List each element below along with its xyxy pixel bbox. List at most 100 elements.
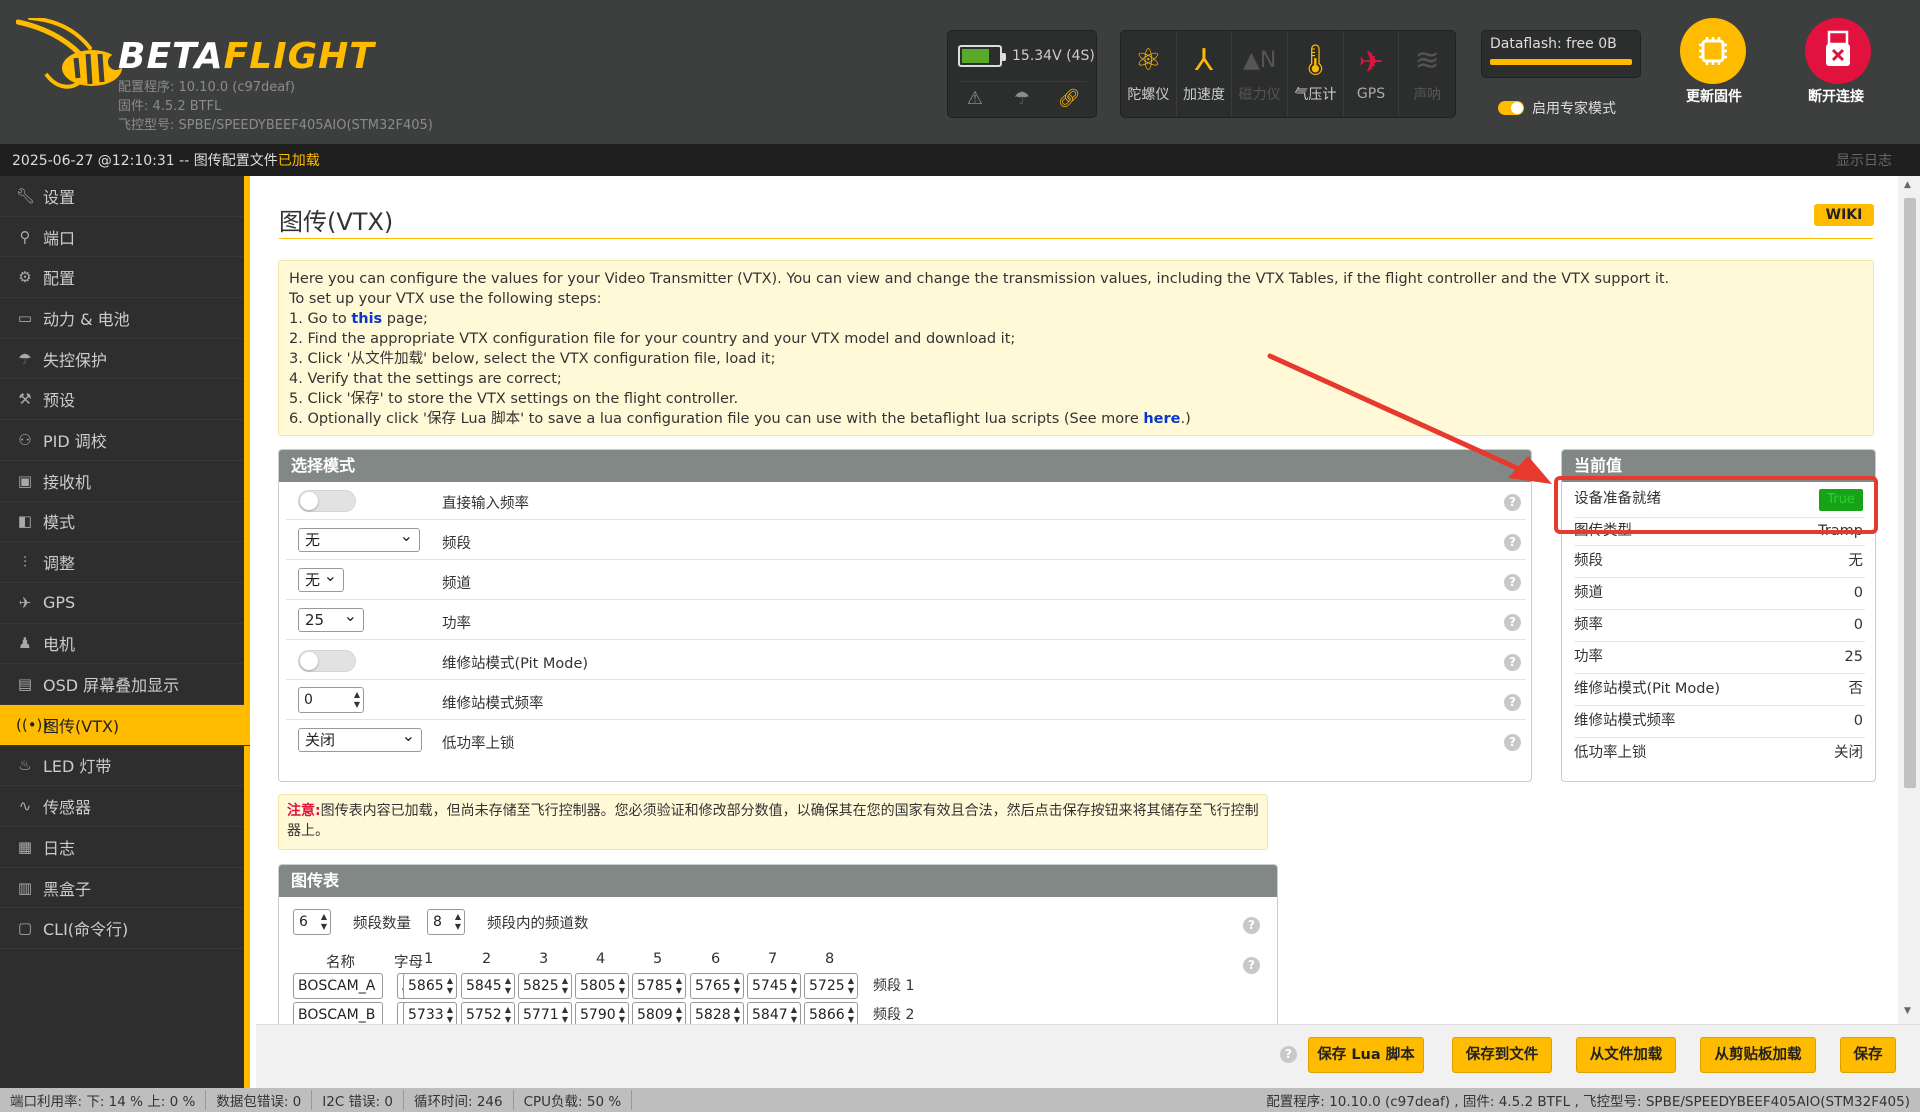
load-from-file-button[interactable]: 从文件加载 bbox=[1576, 1037, 1676, 1073]
stepper-icon[interactable]: ▲ ▼ bbox=[562, 976, 568, 996]
stepper-icon[interactable]: ▲ ▼ bbox=[619, 1005, 625, 1024]
save-lua-button[interactable]: 保存 Lua 脚本 bbox=[1308, 1037, 1424, 1073]
frequency-input[interactable]: 5865 ▲ ▼ bbox=[403, 973, 457, 999]
stepper-icon[interactable]: ▲ ▼ bbox=[354, 690, 360, 710]
frequency-input[interactable]: 5809 ▲ ▼ bbox=[632, 1002, 686, 1024]
nav-power-battery[interactable]: ▭ 动力 & 电池 bbox=[0, 298, 244, 339]
help-icon[interactable]: ? bbox=[1504, 694, 1521, 711]
notice-box: 注意:图传表内容已加载，但尚未存储至飞行控制器。您必须验证和修改部分数值，以确保… bbox=[278, 794, 1268, 850]
nav-modes[interactable]: ◧ 模式 bbox=[0, 502, 244, 543]
save-button[interactable]: 保存 bbox=[1840, 1037, 1896, 1073]
channel-select[interactable]: 无 bbox=[298, 565, 344, 592]
scroll-thumb[interactable] bbox=[1904, 198, 1916, 788]
stepper-icon[interactable]: ▲ ▼ bbox=[447, 976, 453, 996]
stepper-icon[interactable]: ▲ ▼ bbox=[447, 1005, 453, 1024]
stepper-icon[interactable]: ▲ ▼ bbox=[619, 976, 625, 996]
frequency-input[interactable]: 5771 ▲ ▼ bbox=[518, 1002, 572, 1024]
frequency-input[interactable]: 5765 ▲ ▼ bbox=[690, 973, 744, 999]
content-scrollbar[interactable]: ▲ ▼ bbox=[1898, 176, 1920, 1024]
power-select[interactable]: 25 bbox=[298, 605, 364, 632]
stepper-icon[interactable]: ▲ ▼ bbox=[455, 912, 461, 932]
nav-blackbox[interactable]: ▥ 黑盒子 bbox=[0, 868, 244, 909]
band-name-input[interactable]: BOSCAM_A bbox=[293, 973, 383, 999]
low-power-disarm-select[interactable]: 关闭 bbox=[298, 725, 422, 752]
stepper-icon[interactable]: ▲ ▼ bbox=[848, 976, 854, 996]
nav-failsafe[interactable]: ☂ 失控保护 bbox=[0, 339, 244, 380]
stepper-icon[interactable]: ▲ ▼ bbox=[791, 1005, 797, 1024]
i2c-errors: I2C 错误: 0 bbox=[312, 1090, 404, 1110]
help-icon[interactable]: ? bbox=[1504, 494, 1521, 511]
nav-cli[interactable]: ▢ CLI(命令行) bbox=[0, 908, 244, 950]
nav-ports[interactable]: ⚲ 端口 bbox=[0, 217, 244, 258]
band-select[interactable]: 无 bbox=[298, 525, 420, 552]
show-log-link[interactable]: 显示日志 bbox=[1836, 150, 1892, 170]
stepper-icon[interactable]: ▲ ▼ bbox=[505, 1005, 511, 1024]
stepper-icon[interactable]: ▲ ▼ bbox=[848, 1005, 854, 1024]
scroll-up-icon[interactable]: ▲ bbox=[1904, 180, 1911, 190]
stepper-icon[interactable]: ▲ ▼ bbox=[321, 912, 327, 932]
frequency-input[interactable]: 5845 ▲ ▼ bbox=[461, 973, 515, 999]
help-icon[interactable]: ? bbox=[1243, 917, 1260, 934]
nav-osd[interactable]: ▤ OSD 屏幕叠加显示 bbox=[0, 664, 244, 705]
band-count-control: 6 ▲ ▼ 频段数量 bbox=[293, 909, 411, 935]
this-page-link[interactable]: this bbox=[351, 311, 382, 327]
nav-gps[interactable]: ✈ GPS bbox=[0, 583, 244, 624]
help-icon[interactable]: ? bbox=[1243, 957, 1260, 974]
save-to-file-button[interactable]: 保存到文件 bbox=[1452, 1037, 1552, 1073]
stepper-icon[interactable]: ▲ ▼ bbox=[676, 976, 682, 996]
band-name-input[interactable]: BOSCAM_B bbox=[293, 1002, 383, 1024]
baro-icon: 🌡︎ bbox=[1296, 43, 1335, 78]
logo-wordmark: BETAFLIGHT bbox=[118, 36, 375, 77]
frequency-input[interactable]: 5847 ▲ ▼ bbox=[747, 1002, 801, 1024]
nav-motors[interactable]: ♟ 电机 bbox=[0, 624, 244, 665]
nav-presets[interactable]: ⚒ 预设 bbox=[0, 379, 244, 421]
usb-disconnect-icon bbox=[1826, 30, 1850, 66]
frequency-input[interactable]: 5745 ▲ ▼ bbox=[747, 973, 801, 999]
frequency-input[interactable]: 5785 ▲ ▼ bbox=[632, 973, 686, 999]
update-firmware-button[interactable] bbox=[1680, 18, 1746, 84]
plug-icon: ⚲ bbox=[19, 227, 31, 246]
expert-mode-toggle[interactable]: 启用专家模式 bbox=[1498, 98, 1616, 118]
help-icon[interactable]: ? bbox=[1504, 574, 1521, 591]
lua-scripts-link[interactable]: here bbox=[1143, 411, 1180, 427]
frequency-input[interactable]: 5725 ▲ ▼ bbox=[804, 973, 858, 999]
nav-setup[interactable]: 🔧︎ 设置 bbox=[0, 176, 244, 217]
frequency-input[interactable]: 5866 ▲ ▼ bbox=[804, 1002, 858, 1024]
stepper-icon[interactable]: ▲ ▼ bbox=[676, 1005, 682, 1024]
direct-frequency-toggle[interactable] bbox=[298, 490, 356, 512]
load-from-clipboard-button[interactable]: 从剪贴板加载 bbox=[1700, 1037, 1816, 1073]
expert-mode-switch[interactable] bbox=[1498, 101, 1524, 115]
stepper-icon[interactable]: ▲ ▼ bbox=[734, 976, 740, 996]
nav-adjustments[interactable]: ⫶ 调整 bbox=[0, 542, 244, 583]
log-timestamp: 2025-06-27 @12:10:31 -- 图传配置文件 bbox=[12, 153, 278, 169]
nav-configuration[interactable]: ⚙ 配置 bbox=[0, 257, 244, 299]
help-icon[interactable]: ? bbox=[1504, 614, 1521, 631]
scroll-down-icon[interactable]: ▼ bbox=[1904, 1006, 1911, 1016]
frequency-input[interactable]: 5825 ▲ ▼ bbox=[518, 973, 572, 999]
frequency-input[interactable]: 5805 ▲ ▼ bbox=[575, 973, 629, 999]
nav-vtx[interactable]: ((•)) 图传(VTX) bbox=[0, 704, 250, 746]
wiki-button[interactable]: WIKI bbox=[1814, 204, 1874, 226]
frequency-input[interactable]: 5790 ▲ ▼ bbox=[575, 1002, 629, 1024]
channel-count-input[interactable]: 8 ▲ ▼ bbox=[427, 909, 465, 935]
help-icon[interactable]: ? bbox=[1280, 1046, 1297, 1063]
frequency-input[interactable]: 5733 ▲ ▼ bbox=[403, 1002, 457, 1024]
stepper-icon[interactable]: ▲ ▼ bbox=[734, 1005, 740, 1024]
nav-logging[interactable]: ▦ 日志 bbox=[0, 827, 244, 868]
help-icon[interactable]: ? bbox=[1504, 734, 1521, 751]
frequency-input[interactable]: 5752 ▲ ▼ bbox=[461, 1002, 515, 1024]
stepper-icon[interactable]: ▲ ▼ bbox=[562, 1005, 568, 1024]
help-icon[interactable]: ? bbox=[1504, 654, 1521, 671]
pit-mode-toggle[interactable] bbox=[298, 650, 356, 672]
help-icon[interactable]: ? bbox=[1504, 534, 1521, 551]
nav-sensors[interactable]: ∿ 传感器 bbox=[0, 786, 244, 827]
pit-mode-frequency-input[interactable]: 0 ▲ ▼ bbox=[298, 687, 364, 713]
frequency-input[interactable]: 5828 ▲ ▼ bbox=[690, 1002, 744, 1024]
nav-receiver[interactable]: ▣ 接收机 bbox=[0, 461, 244, 502]
nav-pid-tuning[interactable]: ⚇ PID 调校 bbox=[0, 420, 244, 461]
nav-led-strip[interactable]: ♨ LED 灯带 bbox=[0, 746, 244, 787]
stepper-icon[interactable]: ▲ ▼ bbox=[505, 976, 511, 996]
disconnect-button[interactable] bbox=[1805, 18, 1871, 84]
stepper-icon[interactable]: ▲ ▼ bbox=[791, 976, 797, 996]
band-count-input[interactable]: 6 ▲ ▼ bbox=[293, 909, 331, 935]
